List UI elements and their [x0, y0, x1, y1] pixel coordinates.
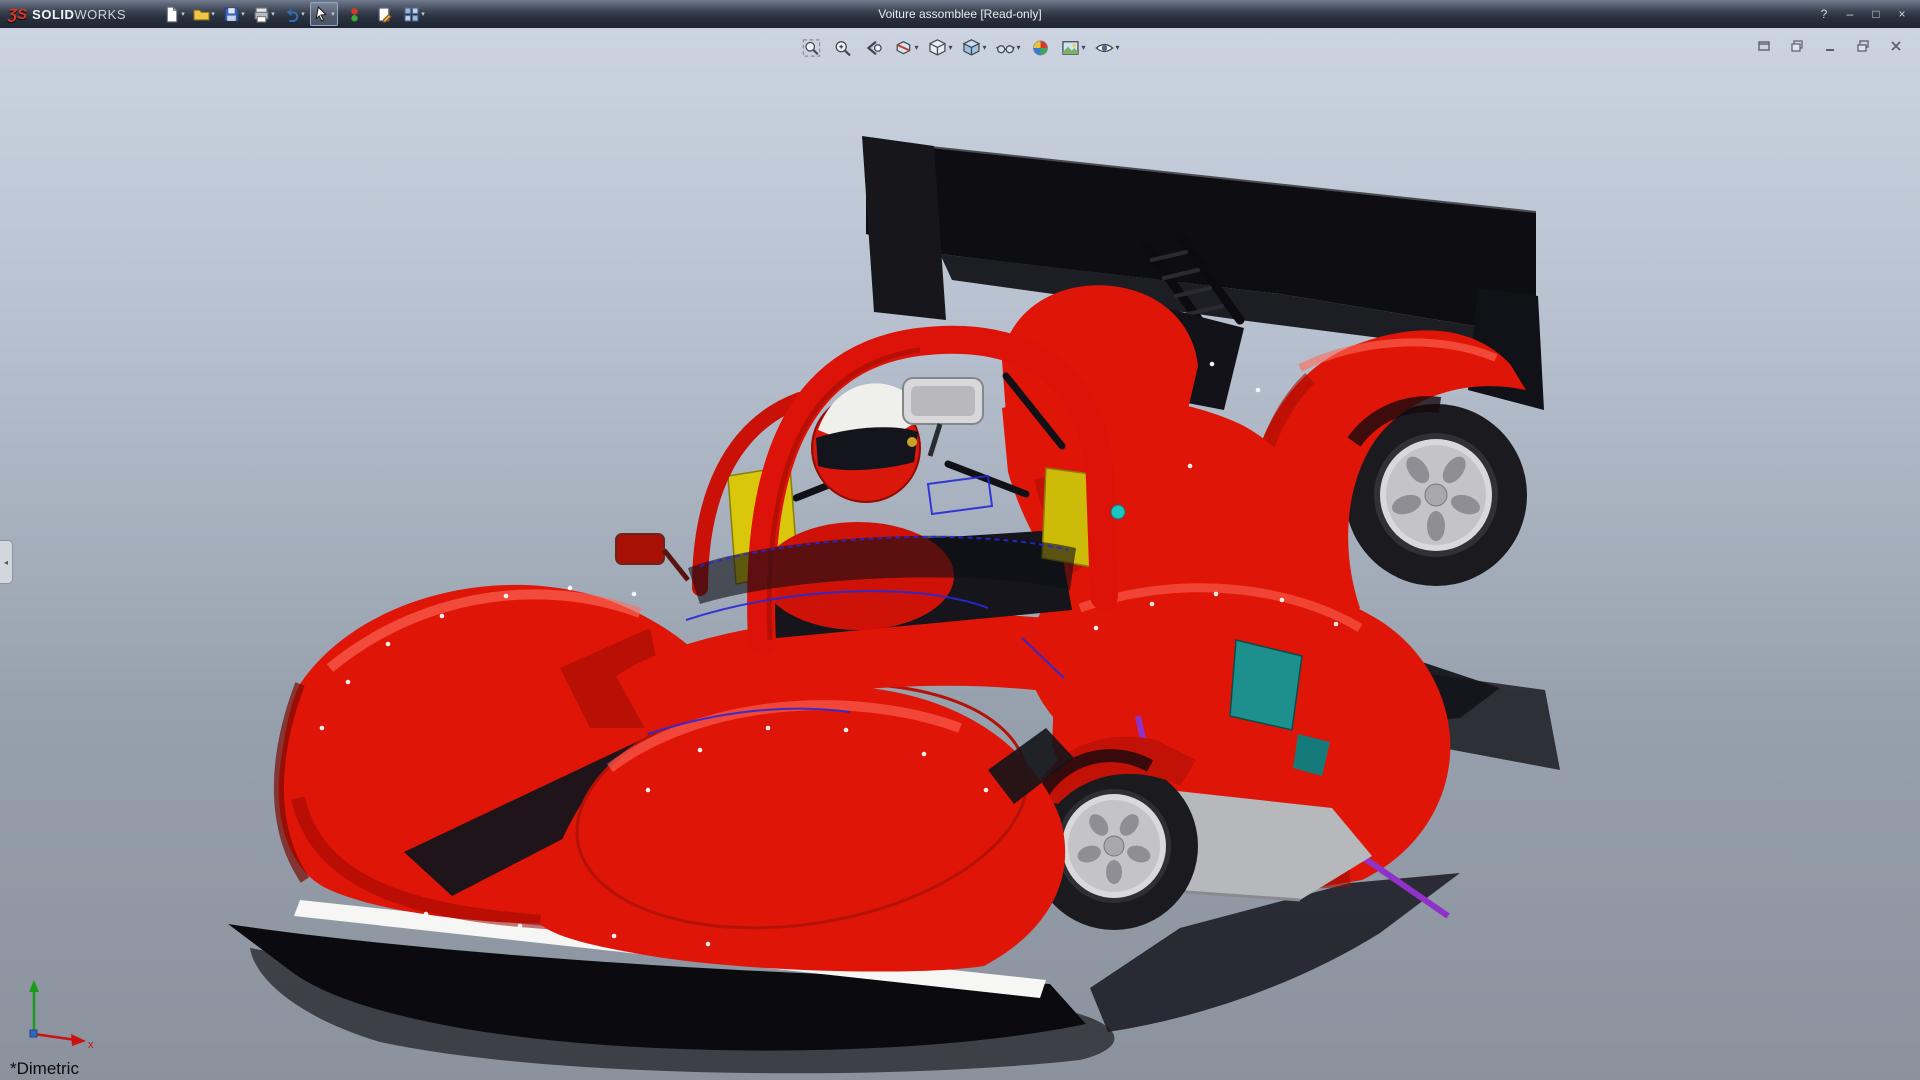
solidworks-logo-text: SOLIDWORKS [32, 7, 126, 22]
rebuild-icon [346, 6, 363, 23]
new-document-button[interactable]: ▾ [160, 2, 188, 26]
undo-icon [283, 6, 300, 23]
y-axis-arrow [29, 980, 39, 1034]
heads-up-toolbar: ▾ ▾ ▾ ▾ ▾ ▾ [797, 34, 1122, 62]
options-grid-icon [403, 6, 420, 23]
hide-show-items-icon [996, 38, 1016, 58]
x-axis-arrow [34, 1034, 86, 1046]
display-style-button[interactable]: ▾ [958, 34, 989, 62]
rebuild-button[interactable] [340, 2, 368, 26]
edit-appearance-button[interactable] [1027, 34, 1055, 62]
z-axis-origin [30, 1030, 37, 1037]
doc-minimize-button[interactable] [1816, 34, 1844, 58]
apply-scene-button[interactable]: ▾ [1058, 34, 1089, 62]
dropdown-caret-icon[interactable]: ▾ [331, 11, 335, 18]
previous-view-button[interactable] [859, 34, 887, 62]
dropdown-caret-icon[interactable]: ▾ [211, 11, 215, 18]
doc-close-icon [1889, 39, 1903, 53]
dropdown-caret-icon[interactable]: ▾ [181, 11, 185, 18]
doc-window-a-button[interactable] [1750, 34, 1778, 58]
view-settings-button[interactable]: ▾ [1092, 34, 1123, 62]
dropdown-caret-icon[interactable]: ▾ [301, 11, 305, 18]
solidworks-logo: ƷS SOLIDWORKS [0, 6, 126, 23]
view-orientation-label: *Dimetric [10, 1059, 79, 1079]
file-properties-icon [376, 6, 393, 23]
brand-light: WORKS [74, 7, 126, 22]
helmet-visor [816, 427, 918, 470]
title-bar: ƷS SOLIDWORKS ▾ ▾ ▾ ▾ ▾ ▾ ▾ Voiture assomblee … [0, 0, 1920, 28]
undo-button[interactable]: ▾ [280, 2, 308, 26]
hide-show-items-button[interactable]: ▾ [993, 34, 1024, 62]
dropdown-caret-icon[interactable]: ▾ [914, 44, 918, 52]
doc-window-b-button[interactable] [1783, 34, 1811, 58]
dropdown-caret-icon[interactable]: ▾ [271, 11, 275, 18]
main-toolbar: ▾ ▾ ▾ ▾ ▾ ▾ ▾ [160, 2, 428, 26]
solidworks-logo-mark: ƷS [8, 6, 27, 23]
zoom-to-area-button[interactable] [828, 34, 856, 62]
apply-scene-icon [1061, 38, 1081, 58]
new-document-icon [163, 6, 180, 23]
side-window[interactable] [1230, 640, 1302, 730]
brand-bold: SOLID [32, 7, 74, 22]
doc-close-button[interactable] [1882, 34, 1910, 58]
save-button[interactable]: ▾ [220, 2, 248, 26]
options-button[interactable]: ▾ [400, 2, 428, 26]
print-icon [253, 6, 270, 23]
section-view-button[interactable]: ▾ [890, 34, 921, 62]
zoom-to-area-icon [832, 38, 852, 58]
window-controls: ? – □ × [1816, 7, 1920, 21]
application-window: ƷS SOLIDWORKS ▾ ▾ ▾ ▾ ▾ ▾ ▾ Voiture assomblee … [0, 0, 1920, 1080]
edit-appearance-icon [1031, 38, 1051, 58]
close-button[interactable]: × [1894, 7, 1910, 21]
display-style-icon [961, 38, 981, 58]
featuremanager-collapse-tab[interactable]: ◂ [0, 540, 13, 584]
print-button[interactable]: ▾ [250, 2, 278, 26]
doc-window-alt-icon [1790, 39, 1804, 53]
doc-restore-button[interactable] [1849, 34, 1877, 58]
view-orientation-button[interactable]: ▾ [924, 34, 955, 62]
zoom-to-fit-button[interactable] [797, 34, 825, 62]
maximize-button[interactable]: □ [1868, 7, 1884, 21]
orientation-triad: x [18, 978, 104, 1054]
select-button[interactable]: ▾ [310, 2, 338, 26]
help-button[interactable]: ? [1816, 7, 1832, 21]
previous-view-icon [863, 38, 883, 58]
view-settings-icon [1095, 38, 1115, 58]
select-cursor-icon [313, 6, 330, 23]
open-button[interactable]: ▾ [190, 2, 218, 26]
doc-minimize-icon [1823, 39, 1837, 53]
dropdown-caret-icon[interactable]: ▾ [982, 44, 986, 52]
dropdown-caret-icon[interactable]: ▾ [1116, 44, 1120, 52]
dropdown-caret-icon[interactable]: ▾ [241, 11, 245, 18]
open-folder-icon [193, 6, 210, 23]
x-axis-label: x [88, 1039, 94, 1051]
window-title: Voiture assomblee [Read-only] [878, 0, 1041, 28]
save-icon [223, 6, 240, 23]
dropdown-caret-icon[interactable]: ▾ [948, 44, 952, 52]
minimize-button[interactable]: – [1842, 7, 1858, 21]
view-orientation-icon [927, 38, 947, 58]
teal-marker [1111, 505, 1125, 519]
graphics-viewport[interactable]: ▾ ▾ ▾ ▾ ▾ ▾ ◂ x *Dimetric [0, 28, 1920, 1080]
file-properties-button[interactable] [370, 2, 398, 26]
wing-endplate-left[interactable] [862, 136, 946, 320]
dropdown-caret-icon[interactable]: ▾ [1017, 44, 1021, 52]
zoom-to-fit-icon [801, 38, 821, 58]
doc-window-icon [1757, 39, 1771, 53]
side-mirror-left[interactable] [616, 534, 688, 580]
section-view-icon [893, 38, 913, 58]
document-window-controls [1750, 34, 1910, 58]
dropdown-caret-icon[interactable]: ▾ [421, 11, 425, 18]
dropdown-caret-icon[interactable]: ▾ [1082, 44, 1086, 52]
doc-restore-icon [1856, 39, 1870, 53]
car-model[interactable] [0, 28, 1920, 1080]
